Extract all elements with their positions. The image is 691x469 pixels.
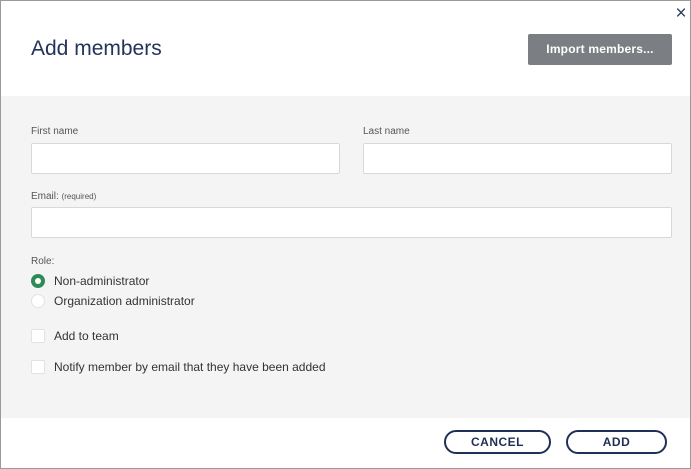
cancel-button[interactable]: CANCEL xyxy=(444,430,551,454)
email-label: Email: (required) xyxy=(31,191,96,202)
import-members-button[interactable]: Import members... xyxy=(528,34,672,65)
dialog-title: Add members xyxy=(31,37,162,60)
role-radio-non-administrator[interactable] xyxy=(31,274,45,288)
last-name-label: Last name xyxy=(363,126,410,137)
email-required-note: (required) xyxy=(61,192,97,201)
email-label-text: Email: xyxy=(31,191,59,202)
add-to-team-checkbox[interactable] xyxy=(31,329,45,343)
notify-member-checkbox[interactable] xyxy=(31,360,45,374)
role-option-non-administrator[interactable]: Non-administrator xyxy=(54,274,149,288)
role-label: Role: xyxy=(31,256,55,267)
dialog-footer: CANCEL ADD xyxy=(1,418,690,468)
member-form: First name Last name Email: (required) R… xyxy=(1,96,690,418)
add-to-team-label[interactable]: Add to team xyxy=(54,329,119,343)
role-option-organization-administrator[interactable]: Organization administrator xyxy=(54,294,195,308)
dialog-header: Add members × Import members... xyxy=(1,1,690,96)
add-members-dialog: Add members × Import members... First na… xyxy=(0,0,691,469)
first-name-input[interactable] xyxy=(31,143,340,174)
add-button[interactable]: ADD xyxy=(566,430,667,454)
email-input[interactable] xyxy=(31,207,672,238)
notify-member-label[interactable]: Notify member by email that they have be… xyxy=(54,360,326,374)
role-radio-organization-administrator[interactable] xyxy=(31,294,45,308)
close-icon[interactable]: × xyxy=(673,4,689,23)
last-name-input[interactable] xyxy=(363,143,672,174)
first-name-label: First name xyxy=(31,126,79,137)
